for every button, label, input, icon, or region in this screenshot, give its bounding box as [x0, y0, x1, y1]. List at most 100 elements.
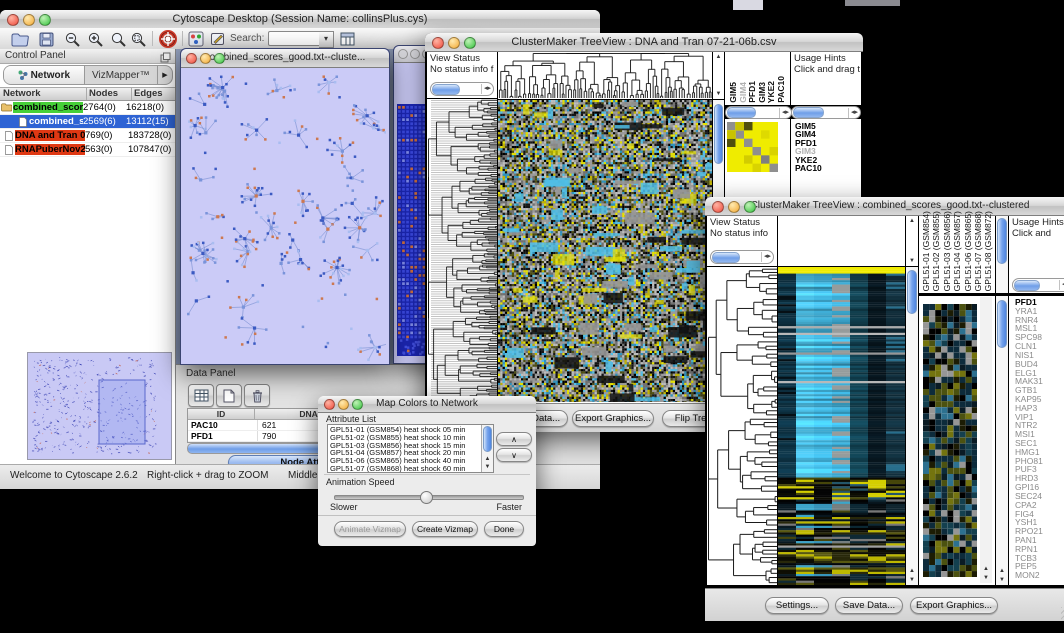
save-session-button[interactable] — [36, 30, 56, 48]
zoom-fit-button[interactable] — [108, 30, 128, 48]
open-session-button[interactable] — [10, 30, 30, 48]
zoom-button[interactable] — [352, 399, 363, 410]
column-header-network[interactable]: Network — [0, 88, 87, 100]
zoom-matrix-canvas[interactable] — [727, 122, 778, 172]
animate-vizmap-button[interactable]: Animate Vizmap — [334, 521, 406, 537]
dendrogram-scroll-strip[interactable]: ▲▼ — [713, 52, 724, 99]
network-overview-canvas[interactable] — [27, 352, 172, 460]
create-attribute-button[interactable] — [216, 384, 242, 407]
attribute-item[interactable]: GPL51-02 (GSM855) heat shock 10 min — [330, 434, 480, 442]
gene-list-vscrollbar[interactable]: ▲▼ — [996, 296, 1008, 585]
scrollbar-thumb[interactable] — [483, 426, 492, 452]
attribute-table-button[interactable] — [188, 384, 214, 407]
minimize-button[interactable] — [338, 399, 349, 410]
network-list-row[interactable]: combined_sco2569(6)13112(15) — [0, 115, 175, 129]
usage-hints-scrollbar[interactable]: ◂▸ — [1012, 278, 1064, 292]
move-down-button[interactable]: ∨ — [496, 448, 532, 462]
matrix-row-label[interactable]: PAC10 — [795, 164, 822, 172]
attribute-browser-button[interactable] — [338, 30, 358, 48]
help-button[interactable] — [158, 30, 178, 48]
labels-vscrollbar[interactable] — [996, 216, 1008, 293]
view-status-scrollbar[interactable]: ◂▸ — [710, 250, 774, 264]
attribute-item[interactable]: GPL51-07 (GSM868) heat shock 60 min — [330, 465, 480, 473]
network-list-row[interactable]: DNA and Tran 07769(0)183728(0) — [0, 129, 175, 143]
annotation-button[interactable] — [208, 30, 228, 48]
tab-network[interactable]: Network — [4, 66, 85, 84]
attribute-list[interactable]: GPL51-01 (GSM854) heat shock 05 minGPL51… — [327, 424, 494, 473]
attribute-item[interactable]: GPL51-06 (GSM865) heat shock 40 min — [330, 457, 480, 465]
view-status-scrollbar[interactable]: ◂▸ — [430, 82, 494, 96]
vizmapper-button[interactable] — [186, 30, 206, 48]
global-vscrollbar[interactable]: ▲▼ — [980, 297, 992, 583]
heatmap-column-label[interactable]: GPL51-06 (GSM865) — [964, 211, 974, 291]
network-canvas[interactable] — [182, 68, 386, 363]
scrollbar-thumb[interactable] — [714, 104, 723, 164]
main-window-titlebar[interactable]: Cytoscape Desktop (Session Name: collins… — [0, 10, 600, 29]
column-header-nodes[interactable]: Nodes — [87, 88, 132, 100]
global-heatmap-canvas[interactable] — [923, 304, 977, 577]
column-header-edges[interactable]: Edges — [132, 88, 163, 100]
treeview-combined-titlebar[interactable]: ClusterMaker TreeView : combined_scores_… — [705, 197, 1064, 216]
done-button[interactable]: Done — [484, 521, 524, 537]
export-graphics-button[interactable]: Export Graphics... — [910, 597, 998, 614]
scrollbar-thumb[interactable] — [997, 218, 1007, 264]
attribute-list-scrollbar[interactable]: ▲▼ — [481, 425, 493, 472]
minimize-button[interactable] — [23, 14, 35, 26]
move-up-button[interactable]: ∧ — [496, 432, 532, 446]
animation-speed-slider[interactable] — [334, 495, 524, 500]
minimize-button[interactable] — [200, 53, 211, 64]
tab-vizmapper[interactable]: VizMapper™ — [85, 66, 157, 84]
close-button[interactable] — [712, 201, 724, 213]
tab-overflow-button[interactable]: ▶ — [157, 66, 172, 84]
row-dendrogram-canvas[interactable] — [427, 99, 497, 403]
zoom-out-button[interactable] — [62, 30, 82, 48]
attribute-item[interactable]: GPL51-03 (GSM856) heat shock 15 min — [330, 442, 480, 450]
network-list-row[interactable]: RNAPuberNov2+563(0)107847(0) — [0, 143, 175, 157]
zoom-button[interactable] — [214, 53, 225, 64]
minimize-button[interactable] — [410, 49, 420, 59]
network-window-titlebar[interactable]: combined_scores_good.txt--cluste... — [181, 49, 389, 68]
minimize-button[interactable] — [448, 37, 460, 49]
heatmap-column-label[interactable]: GPL51-03 (GSM856) — [943, 211, 953, 291]
attribute-item[interactable]: GPL51-04 (GSM857) heat shock 20 min — [330, 449, 480, 457]
column-dendrogram-canvas[interactable] — [498, 52, 712, 99]
zoom-button[interactable] — [39, 14, 51, 26]
gene-label[interactable]: MON2 — [1015, 571, 1043, 580]
scrollbar-thumb[interactable] — [997, 300, 1007, 348]
close-button[interactable] — [432, 37, 444, 49]
zoom-selected-button[interactable] — [128, 30, 148, 48]
close-button[interactable] — [186, 53, 197, 64]
treeview-dna-titlebar[interactable]: ClusterMaker TreeView : DNA and Tran 07-… — [425, 33, 863, 52]
attribute-item[interactable]: GPL51-01 (GSM854) heat shock 05 min — [330, 426, 480, 434]
close-button[interactable] — [7, 14, 19, 26]
row-dendrogram-canvas[interactable] — [707, 267, 777, 585]
search-input[interactable] — [268, 31, 320, 46]
settings-button[interactable]: Settings... — [765, 597, 829, 614]
zoom-button[interactable] — [744, 201, 756, 213]
dendrogram-scroll-strip[interactable]: ▲▼ — [906, 216, 918, 266]
save-data-button[interactable]: Save Data... — [835, 597, 903, 614]
matrix-column-label[interactable]: PAC10 — [777, 76, 787, 103]
usage-hints-scrollbar[interactable]: ◂▸ — [791, 106, 861, 119]
heatmap-vscrollbar[interactable]: ▲▼ — [906, 267, 918, 585]
data-column-id[interactable]: ID — [188, 409, 255, 419]
search-dropdown-button[interactable]: ▾ — [319, 31, 334, 48]
map-dialog-titlebar[interactable]: Map Colors to Network — [318, 396, 536, 413]
close-button[interactable] — [398, 49, 408, 59]
close-button[interactable] — [324, 399, 335, 410]
zoom-panel-scrollbar[interactable]: ◂▸ — [725, 106, 792, 119]
zoom-in-button[interactable] — [85, 30, 105, 48]
slider-thumb[interactable] — [420, 491, 433, 504]
export-graphics-button[interactable]: Export Graphics... — [572, 410, 654, 427]
heatmap-column-label[interactable]: GPL51-04 (GSM857) — [953, 211, 963, 291]
zoom-button[interactable] — [464, 37, 476, 49]
create-vizmap-button[interactable]: Create Vizmap — [412, 521, 478, 537]
delete-attribute-button[interactable] — [244, 384, 270, 407]
heatmap-column-label[interactable]: GPL51-08 (GSM872) — [984, 211, 994, 291]
network-list-row[interactable]: combined_scores2764(0)16218(0) — [0, 101, 175, 115]
scrollbar-thumb[interactable] — [907, 270, 917, 314]
heatmap-canvas[interactable] — [778, 267, 905, 585]
heatmap-column-label[interactable]: GPL51-02 (GSM855) — [932, 211, 942, 291]
minimize-button[interactable] — [728, 201, 740, 213]
heatmap-canvas[interactable] — [498, 100, 712, 402]
